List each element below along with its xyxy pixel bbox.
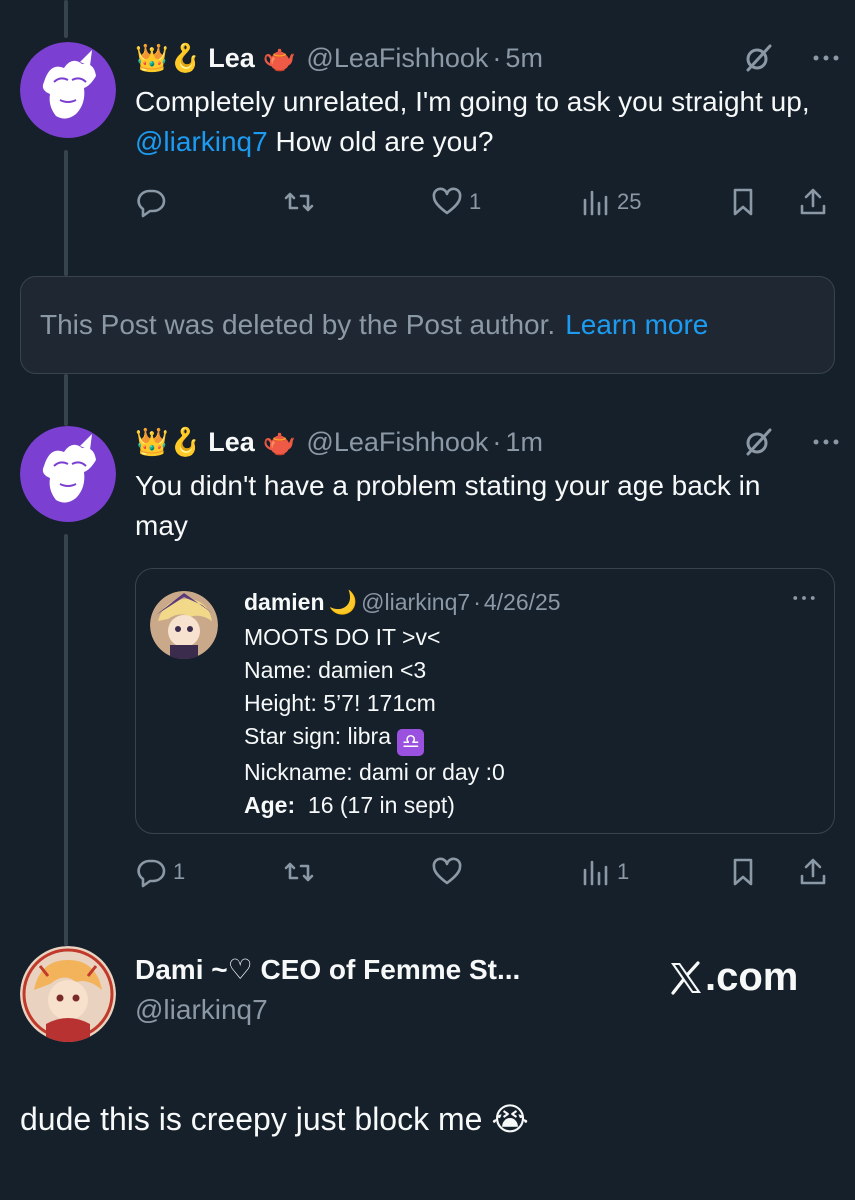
avatar-dami[interactable] xyxy=(20,946,116,1042)
age-value: 16 (17 in sept) xyxy=(295,792,455,818)
grok-icon[interactable] xyxy=(742,42,774,79)
reply-display-name[interactable]: Dami ~♡ CEO of Femme St... xyxy=(135,950,520,990)
share-icon xyxy=(800,858,826,885)
avatar-lea[interactable] xyxy=(20,426,116,522)
more-options-icon[interactable] xyxy=(790,591,818,610)
repost-icon xyxy=(284,862,314,882)
x-com-watermark: .com xyxy=(668,955,798,1000)
learn-more-link[interactable]: Learn more xyxy=(565,309,708,341)
age-label: Age: xyxy=(244,792,296,818)
display-name[interactable]: Lea xyxy=(208,43,255,74)
bookmark-icon xyxy=(733,858,753,886)
like-count: 1 xyxy=(469,189,482,214)
timestamp[interactable]: 1m xyxy=(505,427,543,458)
badge-emojis: 👑🪝 xyxy=(135,426,203,457)
reply-button[interactable] xyxy=(135,182,173,222)
quoted-post-text: MOOTS DO IT >v< Name: damien <3 Height: … xyxy=(244,621,505,822)
quote-line: Nickname: dami or day :0 xyxy=(244,759,505,785)
views-button[interactable]: 1 xyxy=(579,852,629,892)
thread-line-top xyxy=(64,0,68,38)
post-text-part: Completely unrelated, I'm going to ask y… xyxy=(135,86,810,117)
quoted-post-header: damien 🌙 @liarkinq7 · 4/26/25 xyxy=(244,585,561,619)
quote-line-starsign: Star sign: libra ♎ xyxy=(244,720,505,756)
deleted-post-notice: This Post was deleted by the Post author… xyxy=(20,276,835,374)
quote-line: Height: 5’7! 171cm xyxy=(244,690,436,716)
quoted-date: 4/26/25 xyxy=(483,588,561,615)
share-icon xyxy=(800,188,826,215)
post-header-icons xyxy=(742,42,842,79)
handle[interactable]: @LeaFishhook xyxy=(306,427,488,458)
avatar-damien xyxy=(150,591,218,659)
reply-count: 1 xyxy=(173,859,186,884)
reply-text: dude this is creepy just block me 😭 xyxy=(20,1101,529,1137)
heart-icon xyxy=(432,187,462,215)
thread-line-2 xyxy=(64,374,68,426)
separator-dot: · xyxy=(492,42,502,73)
share-button[interactable] xyxy=(797,852,829,892)
repost-button[interactable] xyxy=(283,182,321,222)
repost-icon xyxy=(284,192,314,212)
action-bar: 1 1 xyxy=(135,852,835,892)
bookmark-button[interactable] xyxy=(727,852,759,892)
post-header-icons xyxy=(742,426,842,463)
badge-emojis: 👑🪝 xyxy=(135,42,203,73)
views-icon xyxy=(583,190,608,216)
views-icon xyxy=(583,860,608,886)
grok-icon[interactable] xyxy=(742,426,774,463)
teapot-emoji: 🫖 xyxy=(262,42,297,73)
bookmark-button[interactable] xyxy=(727,182,759,222)
like-button[interactable] xyxy=(431,852,469,892)
action-bar: 1 25 xyxy=(135,182,835,222)
reply-button[interactable]: 1 xyxy=(135,852,185,892)
avatar-lea[interactable] xyxy=(20,42,116,138)
x-logo-icon xyxy=(671,960,701,995)
views-count: 25 xyxy=(617,189,642,214)
more-options-icon[interactable] xyxy=(810,42,842,79)
repost-button[interactable] xyxy=(283,852,321,892)
reply-author[interactable]: Dami ~♡ CEO of Femme St... @liarkinq7 xyxy=(135,950,520,1030)
separator-dot: · xyxy=(492,426,502,457)
views-count: 1 xyxy=(617,859,630,884)
quote-line: Name: damien <3 xyxy=(244,657,427,683)
post-text: Completely unrelated, I'm going to ask y… xyxy=(135,82,815,162)
like-button[interactable]: 1 xyxy=(431,182,481,222)
heart-icon xyxy=(432,857,462,885)
thread-line-1 xyxy=(64,150,68,276)
bookmark-icon xyxy=(733,188,753,216)
mention-link[interactable]: @liarkinq7 xyxy=(135,126,268,157)
quote-line: MOOTS DO IT >v< xyxy=(244,624,441,650)
share-button[interactable] xyxy=(797,182,829,222)
reply-icon xyxy=(137,189,166,218)
moon-emoji: 🌙 xyxy=(328,588,358,615)
views-button[interactable]: 25 xyxy=(579,182,641,222)
deleted-notice-text: This Post was deleted by the Post author… xyxy=(40,309,556,340)
handle[interactable]: @LeaFishhook xyxy=(306,43,488,74)
thread-line-3 xyxy=(64,534,68,946)
teapot-emoji: 🫖 xyxy=(262,426,297,457)
reply-handle[interactable]: @liarkinq7 xyxy=(135,990,520,1030)
quoted-handle: @liarkinq7 xyxy=(361,588,471,615)
post-text-part: How old are you? xyxy=(267,126,494,157)
reply-icon xyxy=(137,859,166,888)
separator-dot: · xyxy=(473,588,481,615)
quoted-post[interactable]: damien 🌙 @liarkinq7 · 4/26/25 MOOTS DO I… xyxy=(135,568,835,834)
libra-icon: ♎ xyxy=(397,729,425,756)
watermark-text: .com xyxy=(705,955,799,999)
more-options-icon[interactable] xyxy=(810,426,842,463)
post-header: 👑🪝 Lea 🫖 @LeaFishhook · 1m xyxy=(135,422,543,462)
display-name[interactable]: Lea xyxy=(208,427,255,458)
quoted-display-name: damien xyxy=(244,588,325,615)
quote-line-age: Age: 16 (17 in sept) xyxy=(244,789,505,822)
post-text: You didn't have a problem stating your a… xyxy=(135,470,761,541)
timestamp[interactable]: 5m xyxy=(505,43,543,74)
post-header: 👑🪝 Lea 🫖 @LeaFishhook · 5m xyxy=(135,38,543,78)
quote-line: Star sign: libra xyxy=(244,723,392,749)
